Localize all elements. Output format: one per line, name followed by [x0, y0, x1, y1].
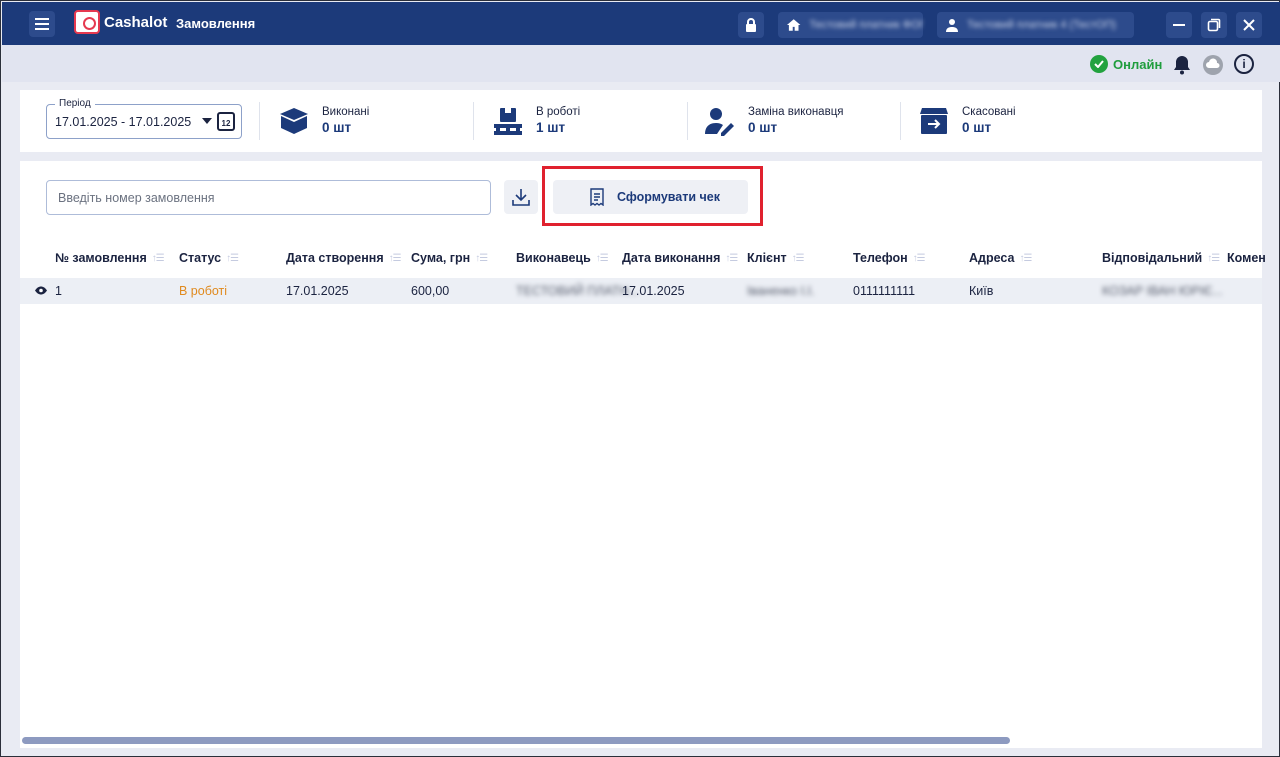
order-search-input[interactable]: [46, 180, 491, 215]
stat-label: В роботі: [536, 106, 581, 118]
bell-icon[interactable]: [1173, 55, 1191, 75]
home-icon: [786, 19, 801, 31]
status-bar: [2, 45, 1280, 82]
cell-phone: 0111111111: [853, 284, 916, 298]
lock-icon: [746, 18, 756, 32]
stat-label: Виконані: [322, 106, 370, 118]
menu-icon[interactable]: [29, 11, 55, 37]
col-client[interactable]: Клієнт ↑☰: [747, 251, 805, 265]
sort-icon: ↑☰: [151, 252, 165, 264]
cell-responsible: КОЗАР ІВАН ЮРІЄ...: [1102, 284, 1223, 298]
download-icon: [512, 189, 530, 206]
close-icon: [1243, 19, 1255, 31]
sort-icon: ↑☰: [595, 252, 609, 264]
sort-icon: ↑☰: [912, 252, 926, 264]
table-header: № замовлення ↑☰ Статус ↑☰ Дата створення ↑☰…: [20, 245, 1266, 273]
cell-status: В роботі: [179, 284, 228, 298]
stat-label: Скасовані: [962, 106, 1016, 118]
stat-label: Заміна виконавця: [748, 106, 844, 118]
col-done-date[interactable]: Дата виконання ↑☰: [622, 251, 738, 265]
col-executor[interactable]: Виконавець ↑☰: [516, 251, 609, 265]
sort-icon: ↑☰: [226, 252, 239, 264]
page-title: Замовлення: [176, 16, 256, 31]
cell-created-date: 17.01.2025: [286, 284, 349, 298]
cell-executor: ТЕСТОВИЙ ПЛАТН...: [516, 284, 639, 298]
cell-client: Іваненко І.І.: [747, 284, 815, 298]
stat-cancelled[interactable]: Скасовані 0 шт: [918, 106, 1016, 136]
app-logo: Cashalot: [74, 10, 167, 34]
chevron-down-icon[interactable]: [202, 118, 212, 124]
sort-icon: ↑☰: [1207, 252, 1220, 264]
sort-icon: ↑☰: [791, 252, 805, 264]
divider: [259, 102, 260, 140]
divider: [900, 102, 901, 140]
col-address[interactable]: Адреса ↑☰: [969, 251, 1032, 265]
calendar-icon[interactable]: 12: [217, 112, 235, 131]
user-icon: [946, 19, 958, 32]
check-icon: [1090, 55, 1108, 73]
cell-done-date: 17.01.2025: [622, 284, 685, 298]
sort-icon: ↑☰: [725, 252, 738, 264]
period-value: 17.01.2025 - 17.01.2025: [55, 115, 192, 129]
user-button[interactable]: Тестовий платник 4 (ТестОП): [937, 12, 1134, 38]
stats-panel: Період 17.01.2025 - 17.01.2025 12 Викона…: [20, 90, 1262, 152]
eye-icon[interactable]: [34, 286, 48, 295]
user-name: Тестовий платник 4 (ТестОП): [967, 19, 1117, 31]
close-button[interactable]: [1236, 12, 1262, 38]
col-responsible[interactable]: Відповідальний ↑☰: [1102, 251, 1220, 265]
col-phone[interactable]: Телефон ↑☰: [853, 251, 926, 265]
sort-icon: ↑☰: [1019, 252, 1032, 264]
orders-panel: Сформувати чек № замовлення↑☰ Статус↑☰ Д…: [20, 161, 1266, 748]
cloud-icon[interactable]: [1203, 55, 1223, 75]
col-comment[interactable]: Комен: [1227, 251, 1266, 265]
divider: [687, 102, 688, 140]
highlight-box: [542, 166, 763, 226]
col-created-date[interactable]: Дата створення ↑☰: [286, 251, 402, 265]
col-sum[interactable]: Сума, грн ↑☰: [411, 251, 488, 265]
stat-value: 0 шт: [748, 120, 778, 135]
cell-sum: 600,00: [411, 284, 450, 298]
col-order-number[interactable]: № замовлення ↑☰: [55, 251, 165, 265]
stat-completed[interactable]: Виконані 0 шт: [278, 106, 369, 136]
download-button[interactable]: [504, 180, 538, 214]
minimize-button[interactable]: [1166, 12, 1192, 38]
col-status[interactable]: Статус ↑☰: [179, 251, 239, 265]
user-edit-icon: [705, 108, 734, 136]
divider: [473, 102, 474, 140]
stat-value: 0 шт: [322, 120, 352, 135]
logo-mark-icon: [74, 10, 100, 34]
minimize-icon: [1173, 24, 1185, 26]
cell-address: Київ: [969, 284, 994, 298]
app-window: Cashalot Замовлення Тестовий платник ФОП…: [0, 0, 1280, 757]
info-icon[interactable]: i: [1234, 54, 1254, 74]
stat-value: 1 шт: [536, 120, 566, 135]
table-row[interactable]: 1 В роботі 17.01.2025 600,00 ТЕСТОВИЙ ПЛ…: [20, 278, 1262, 304]
stat-value: 0 шт: [962, 120, 992, 135]
period-select[interactable]: Період 17.01.2025 - 17.01.2025 12: [46, 98, 242, 139]
box-return-icon: [920, 108, 948, 134]
cell-order-number: 1: [55, 284, 62, 298]
company-name: Тестовий платник ФОП: [809, 19, 923, 31]
sort-icon: ↑☰: [388, 252, 402, 264]
company-button[interactable]: Тестовий платник ФОП: [778, 12, 923, 38]
restore-button[interactable]: [1201, 12, 1227, 38]
stat-in-progress[interactable]: В роботі 1 шт: [492, 106, 580, 136]
top-header: Cashalot Замовлення Тестовий платник ФОП…: [2, 2, 1280, 45]
stat-replace-executor[interactable]: Заміна виконавця 0 шт: [704, 106, 844, 136]
pallet-icon: [494, 108, 522, 135]
box-open-icon: [280, 108, 308, 134]
restore-icon: [1207, 18, 1221, 32]
horizontal-scrollbar[interactable]: [22, 737, 1010, 744]
logo-text: Cashalot: [104, 13, 168, 31]
period-label: Період: [55, 98, 95, 109]
lock-button[interactable]: [738, 12, 764, 38]
online-label: Онлайн: [1113, 56, 1163, 72]
sort-icon: ↑☰: [475, 252, 488, 264]
online-status: Онлайн: [1090, 55, 1162, 73]
